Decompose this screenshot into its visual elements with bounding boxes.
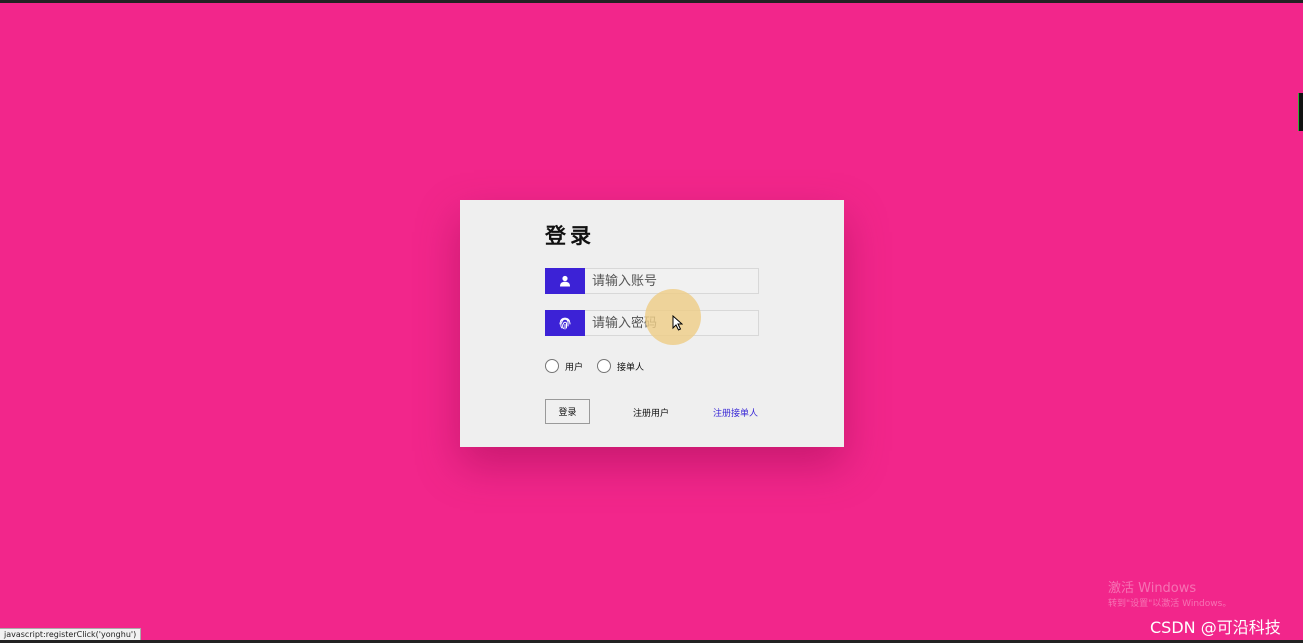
role-radio-user[interactable]: 用户 <box>545 359 583 373</box>
fingerprint-icon <box>545 310 585 336</box>
role-radio-taker[interactable]: 接单人 <box>597 359 644 373</box>
password-input[interactable] <box>586 311 758 335</box>
password-field-group <box>545 310 759 336</box>
csdn-credit: CSDN @可沿科技 <box>1150 618 1281 637</box>
role-radio-group: 用户 接单人 <box>545 358 658 374</box>
register-taker-link[interactable]: 注册接单人 <box>713 406 758 419</box>
username-input[interactable] <box>586 269 758 293</box>
activate-windows-title: 激活 Windows <box>1108 581 1197 596</box>
login-card: 登录 用户 接单人 <box>460 200 844 447</box>
user-icon <box>545 268 585 294</box>
username-field-group <box>545 268 759 294</box>
activate-windows-subtitle: 转到"设置"以激活 Windows。 <box>1108 599 1232 609</box>
radio-circle[interactable] <box>597 359 612 373</box>
login-button[interactable]: 登录 <box>545 399 590 424</box>
window-top-border <box>0 0 1303 3</box>
login-title: 登录 <box>545 224 595 248</box>
register-user-link[interactable]: 注册用户 <box>633 406 669 419</box>
radio-circle[interactable] <box>545 359 559 373</box>
role-label-taker: 接单人 <box>617 362 645 373</box>
edge-side-tab <box>1298 93 1303 131</box>
role-label-user: 用户 <box>565 362 584 373</box>
